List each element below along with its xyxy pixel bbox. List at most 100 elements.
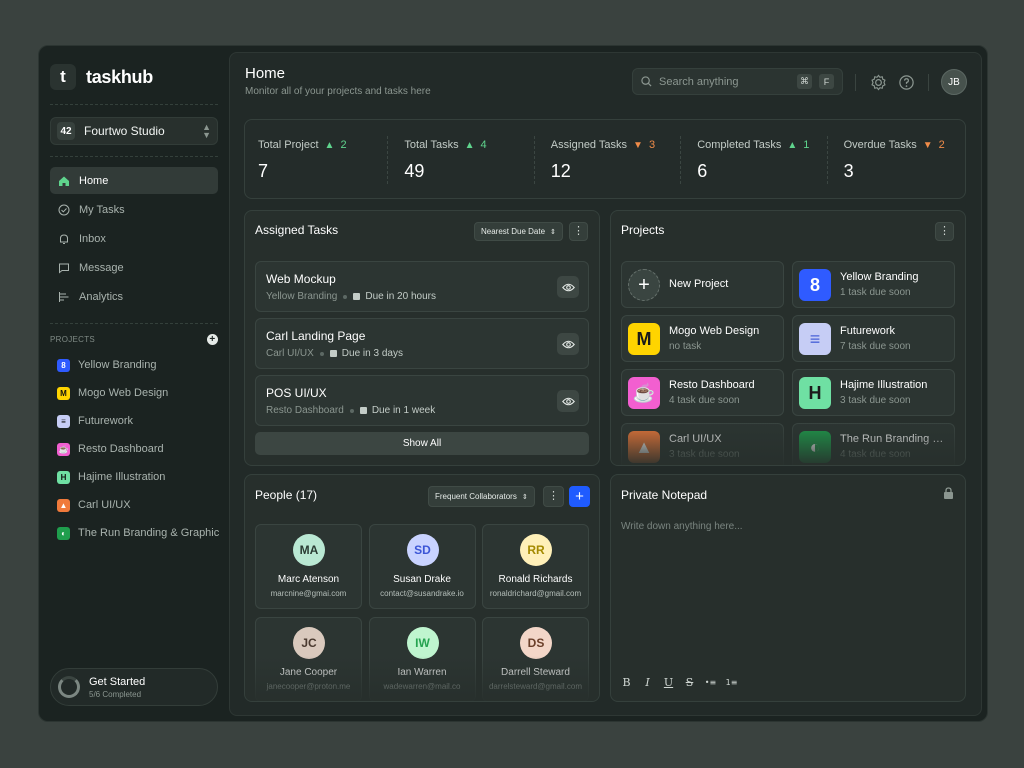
view-task-button[interactable] [557, 333, 579, 355]
task-project: Carl UI/UX [266, 348, 314, 359]
separator-dot [343, 294, 348, 299]
task-meta: Carl UI/UX Due in 3 days [266, 348, 403, 359]
new-project-button[interactable]: + New Project [621, 261, 784, 308]
people-filter-select[interactable]: Frequent Collaborators ⇕ [428, 486, 535, 507]
stat-completed-tasks: Completed Tasks ▲ 1 6 [684, 120, 830, 200]
strikethrough-icon[interactable]: S [684, 676, 695, 689]
person-email: janecooper@proton.me [266, 682, 351, 691]
task-meta: Yellow Branding Due in 20 hours [266, 291, 436, 302]
sidebar-project-resto-dashboard[interactable]: ☕ Resto Dashboard [50, 435, 222, 463]
project-tile-hajime-illustration[interactable]: H Hajime Illustration 3 task due soon [792, 369, 955, 416]
add-project-icon[interactable]: + [207, 334, 218, 345]
nav-item-my-tasks[interactable]: My Tasks [50, 196, 218, 223]
sidebar-project-hajime-illustration[interactable]: H Hajime Illustration [50, 463, 222, 491]
progress-ring-icon [58, 676, 80, 698]
sidebar-project-mogo-web-design[interactable]: M Mogo Web Design [50, 379, 222, 407]
task-item[interactable]: Carl Landing Page Carl UI/UX Due in 3 days [255, 318, 589, 369]
person-card[interactable]: JC Jane Cooper janecooper@proton.me [255, 617, 362, 701]
view-task-button[interactable] [557, 390, 579, 412]
more-options-button[interactable]: ⋮ [543, 486, 564, 507]
new-project-label: New Project [669, 278, 729, 290]
search-box[interactable]: Search anything ⌘ F [632, 68, 843, 95]
stat-delta: 2 [938, 139, 945, 151]
person-card[interactable]: MA Marc Atenson marcnine@gmai.com [255, 524, 362, 609]
separator-dot [319, 351, 324, 356]
nav-item-message[interactable]: Message [50, 254, 218, 281]
numbered-list-icon[interactable]: 1≡ [726, 676, 738, 688]
person-name: Susan Drake [393, 574, 451, 585]
sidebar-project-futurework[interactable]: ≡ Futurework [50, 407, 222, 435]
home-icon [58, 175, 70, 187]
project-tile-the-run-branding-graphic[interactable]: ◐ The Run Branding & Graphic 4 task due so… [792, 423, 955, 465]
project-name: Resto Dashboard [669, 379, 755, 391]
person-card[interactable]: SD Susan Drake contact@susandrake.io [368, 524, 476, 609]
divider [387, 136, 389, 184]
sidebar-project-label: Resto Dashboard [78, 443, 164, 455]
sort-select[interactable]: Nearest Due Date ⇕ [474, 222, 563, 241]
nav-item-home[interactable]: Home [50, 167, 218, 194]
project-status: 3 task due soon [840, 395, 911, 406]
show-all-button[interactable]: Show All [255, 432, 589, 455]
project-tile-resto-dashboard[interactable]: ☕ Resto Dashboard 4 task due soon [621, 369, 784, 416]
person-card[interactable]: DS Darrell Steward darrelsteward@gmail.com [482, 617, 589, 701]
project-tile-yellow-branding[interactable]: 8 Yellow Branding 1 task due soon [792, 261, 955, 308]
search-input[interactable]: Search anything [659, 76, 790, 88]
project-name: Yellow Branding [840, 271, 919, 283]
view-task-button[interactable] [557, 276, 579, 298]
nav-item-inbox[interactable]: Inbox [50, 225, 218, 252]
stat-label: Overdue Tasks [843, 139, 917, 151]
app-logo[interactable]: t taskhub [50, 64, 153, 90]
project-tile-mogo-web-design[interactable]: M Mogo Web Design no task [621, 315, 784, 362]
bullet-list-icon[interactable]: •≡ [705, 676, 716, 688]
more-options-button[interactable]: ⋮ [569, 222, 588, 241]
sidebar-project-carl-ui-ux[interactable]: ▲ Carl UI/UX [50, 491, 222, 519]
person-card[interactable]: IW Ian Warren wadewarren@mail.co [368, 617, 476, 701]
person-name: Darrell Steward [501, 667, 570, 678]
project-status: 3 task due soon [669, 449, 740, 460]
help-icon[interactable] [898, 74, 915, 91]
task-name: POS UI/UX [266, 386, 327, 400]
task-item[interactable]: POS UI/UX Resto Dashboard Due in 1 week [255, 375, 589, 426]
task-meta: Resto Dashboard Due in 1 week [266, 405, 435, 416]
user-avatar[interactable]: JB [941, 69, 967, 95]
bold-icon[interactable]: B [621, 676, 632, 689]
check-circle-icon [58, 204, 70, 216]
more-options-button[interactable]: ⋮ [935, 222, 954, 241]
project-icon: ◐ [57, 526, 70, 540]
sidebar-project-yellow-branding[interactable]: 8 Yellow Branding [50, 351, 222, 379]
project-tile-futurework[interactable]: ≡ Futurework 7 task due soon [792, 315, 955, 362]
notepad-input[interactable]: Write down anything here... [621, 521, 743, 532]
sidebar-project-label: Carl UI/UX [78, 499, 131, 511]
plus-icon: + [628, 269, 660, 301]
trend-up-icon: ▲ [787, 139, 798, 151]
nav-item-label: Home [79, 174, 109, 187]
trend-up-icon: ▲ [464, 139, 475, 151]
project-icon: ▲ [628, 431, 660, 463]
stat-assigned-tasks: Assigned Tasks ▼ 3 12 [538, 120, 684, 200]
settings-gear-icon[interactable] [870, 74, 887, 91]
task-item[interactable]: Web Mockup Yellow Branding Due in 20 hours [255, 261, 589, 312]
nav-item-analytics[interactable]: Analytics [50, 283, 218, 310]
task-due: Due in 20 hours [353, 291, 436, 302]
underline-icon[interactable]: U [663, 676, 674, 689]
project-tile-carl-ui-ux[interactable]: ▲ Carl UI/UX 3 task due soon [621, 423, 784, 465]
add-person-button[interactable]: + [569, 486, 590, 507]
format-toolbar: B I U S •≡ 1≡ [621, 676, 738, 689]
workspace-name: Fourtwo Studio [84, 124, 165, 138]
chevron-updown-icon: ▲ ▼ [202, 122, 211, 140]
workspace-switcher[interactable]: 42 Fourtwo Studio ▲ ▼ [50, 117, 218, 145]
divider [855, 74, 856, 91]
app-window: t taskhub 42 Fourtwo Studio ▲ ▼ Home My Ta… [38, 45, 988, 722]
sidebar-project-label: Yellow Branding [78, 359, 157, 371]
task-name: Web Mockup [266, 272, 336, 286]
avatar: DS [520, 627, 552, 659]
stat-label: Completed Tasks [697, 139, 782, 151]
italic-icon[interactable]: I [642, 676, 653, 689]
sidebar-project-the-run-branding-graphic[interactable]: ◐ The Run Branding & Graphic [50, 519, 222, 547]
get-started-card[interactable]: Get Started 5/6 Completed [50, 668, 218, 706]
sidebar-project-list: 8 Yellow Branding M Mogo Web Design ≡ Futurew… [50, 351, 222, 547]
projects-title: Projects [621, 223, 665, 237]
people-card: People (17) Frequent Collaborators ⇕ ⋮ +… [244, 474, 600, 702]
person-email: ronaldrichard@gmail.com [489, 589, 582, 598]
person-card[interactable]: RR Ronald Richards ronaldrichard@gmail.com [482, 524, 589, 609]
